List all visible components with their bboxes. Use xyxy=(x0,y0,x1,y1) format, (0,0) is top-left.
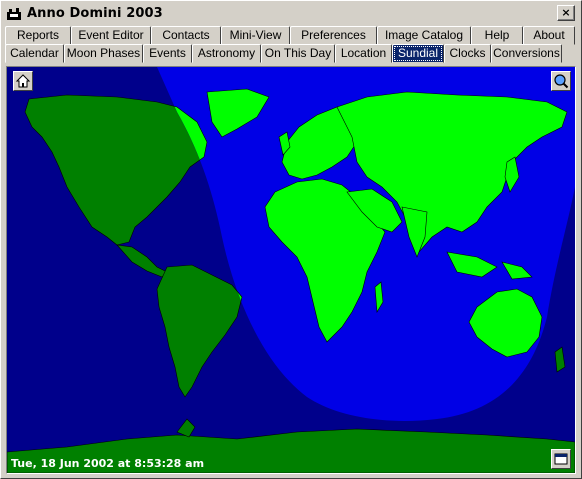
tab-event-editor[interactable]: Event Editor xyxy=(71,26,151,45)
window-title: Anno Domini 2003 xyxy=(27,6,163,21)
tab-clocks[interactable]: Clocks xyxy=(444,44,491,63)
tab-about[interactable]: About xyxy=(523,26,575,45)
tab-mini-view[interactable]: Mini-View xyxy=(221,26,290,45)
zoom-button[interactable] xyxy=(551,71,571,91)
tab-astronomy[interactable]: Astronomy xyxy=(192,44,261,63)
tab-sundial[interactable]: Sundial xyxy=(392,44,444,63)
tab-location[interactable]: Location xyxy=(335,44,392,63)
home-icon xyxy=(15,74,31,88)
tab-preferences[interactable]: Preferences xyxy=(290,26,377,45)
tab-contacts[interactable]: Contacts xyxy=(151,26,221,45)
zoom-icon xyxy=(554,74,569,89)
tab-conversions[interactable]: Conversions xyxy=(491,44,562,63)
tab-on-this-day[interactable]: On This Day xyxy=(261,44,335,63)
sundial-map[interactable]: Tue, 18 Jun 2002 at 8:53:28 am xyxy=(6,66,576,474)
close-button[interactable]: × xyxy=(557,5,575,21)
tab-row-top: Reports Event Editor Contacts Mini-View … xyxy=(5,26,575,45)
tab-calendar[interactable]: Calendar xyxy=(5,44,64,63)
app-window: Anno Domini 2003 × Reports Event Editor … xyxy=(0,0,582,479)
tab-reports[interactable]: Reports xyxy=(5,26,71,45)
window-icon xyxy=(554,453,568,465)
app-logo-icon xyxy=(7,8,21,20)
tab-row-bottom: Calendar Moon Phases Events Astronomy On… xyxy=(5,44,562,63)
tab-help[interactable]: Help xyxy=(471,26,523,45)
tab-image-catalog[interactable]: Image Catalog xyxy=(377,26,471,45)
world-map xyxy=(7,67,575,473)
datetime-readout: Tue, 18 Jun 2002 at 8:53:28 am xyxy=(11,457,205,470)
title-bar: Anno Domini 2003 × xyxy=(3,3,578,24)
home-button[interactable] xyxy=(13,71,33,91)
tab-events[interactable]: Events xyxy=(143,44,192,63)
tab-moon-phases[interactable]: Moon Phases xyxy=(64,44,143,63)
window-button[interactable] xyxy=(551,449,571,469)
